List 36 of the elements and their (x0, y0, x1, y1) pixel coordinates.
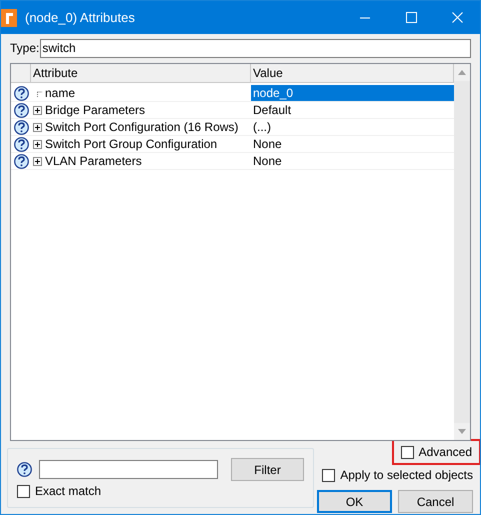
expand-icon[interactable] (33, 106, 42, 114)
checkbox[interactable] (17, 484, 30, 498)
expand-icon[interactable] (33, 156, 42, 166)
cancel-button[interactable]: Cancel (398, 490, 473, 513)
attribute-name[interactable]: Switch Port Group Configuration (45, 135, 218, 153)
help-icon[interactable] (14, 102, 28, 118)
checkbox-label[interactable]: Apply to selected objects (340, 466, 473, 484)
checkbox[interactable] (400, 446, 414, 458)
window-title: (node_0) Attributes (25, 8, 136, 27)
ok-button[interactable]: OK (317, 490, 392, 513)
checkbox-label[interactable]: Advanced (418, 443, 472, 461)
value-cell[interactable]: node_0 (251, 85, 454, 101)
attribute-name[interactable]: Switch Port Configuration (16 Rows) (45, 118, 238, 136)
value-cell[interactable]: Default (251, 102, 454, 118)
help-icon[interactable] (14, 120, 28, 134)
column-header[interactable]: Attribute (31, 64, 251, 82)
value-cell[interactable]: None (251, 136, 454, 152)
help-icon[interactable] (14, 86, 28, 100)
expand-icon[interactable] (33, 140, 42, 148)
help-icon[interactable] (17, 462, 32, 477)
app-logo-icon (1, 8, 17, 26)
help-icon[interactable] (14, 154, 28, 168)
value-cell[interactable]: None (251, 153, 454, 169)
attribute-name[interactable]: Bridge Parameters (45, 101, 146, 119)
filter-button[interactable]: Filter (231, 458, 304, 481)
type-field[interactable]: switch (40, 38, 471, 58)
type-label: Type: (10, 40, 40, 57)
advanced-checkbox-highlight[interactable]: Advanced (392, 439, 480, 465)
filter-field[interactable] (39, 460, 218, 479)
checkbox[interactable] (322, 468, 336, 482)
help-icon[interactable] (14, 136, 28, 152)
value-cell[interactable]: (...) (251, 119, 454, 135)
attribute-name[interactable]: name (45, 84, 76, 102)
checkbox-label[interactable]: Exact match (35, 482, 102, 500)
expand-icon[interactable] (33, 122, 42, 132)
attribute-name[interactable]: VLAN Parameters (45, 152, 142, 170)
